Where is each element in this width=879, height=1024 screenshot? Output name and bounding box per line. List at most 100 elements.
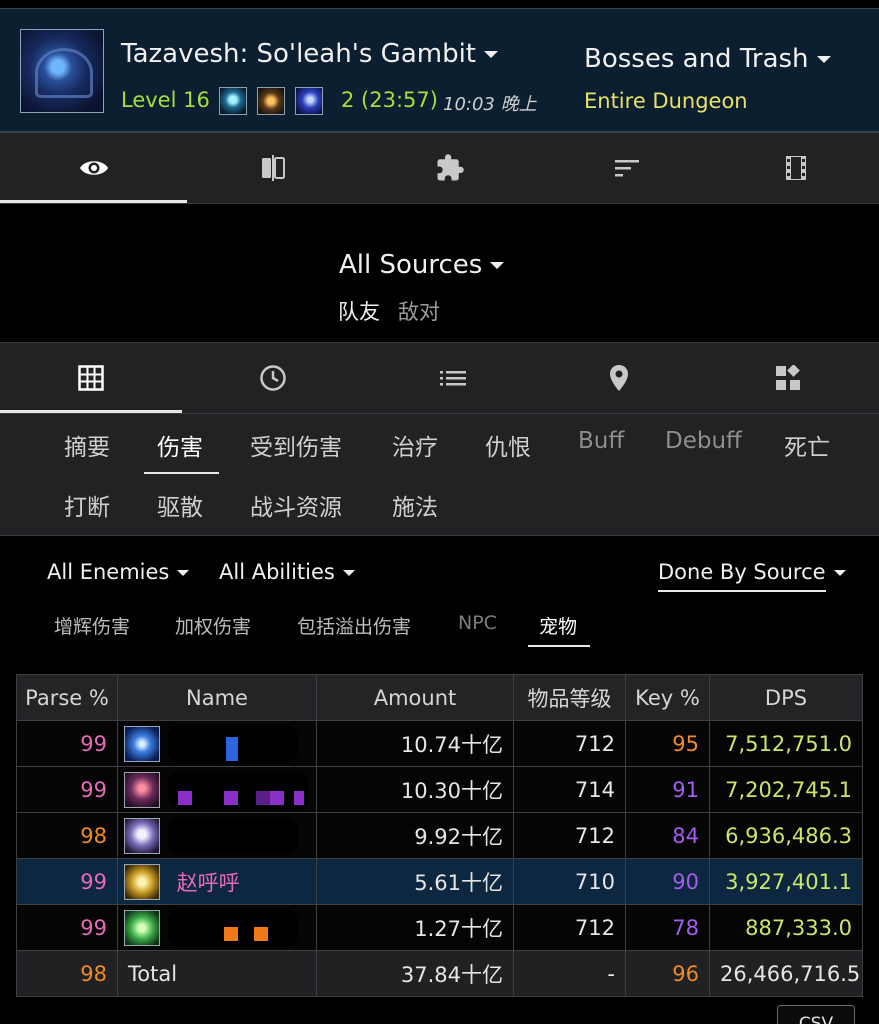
tab-damage-taken[interactable]: 受到伤害 <box>250 428 342 462</box>
total-ilvl-cell: - <box>513 950 626 997</box>
tab-buff[interactable]: Buff <box>578 428 624 454</box>
table-total-row: 98 Total 37.84十亿 - 96 26,466,716.5 <box>16 950 863 997</box>
tab-casts[interactable]: 施法 <box>392 488 438 522</box>
tab-debuff[interactable]: Debuff <box>665 428 742 454</box>
column-header-key[interactable]: Key % <box>625 674 710 721</box>
skull-spell-icon <box>124 817 160 854</box>
dps-cell: 7,202,745.1 <box>709 766 863 813</box>
affix-icon[interactable] <box>295 87 323 115</box>
tab-compare[interactable] <box>187 133 359 203</box>
option-augmented-damage[interactable]: 增辉伤害 <box>54 612 130 639</box>
category-tabs: 摘要 伤害 受到伤害 治疗 仇恨 Buff Debuff 死亡 打断 驱散 战斗… <box>0 414 879 536</box>
parse-cell: 98 <box>16 812 118 859</box>
key-result: 2 (23:57) <box>341 88 438 112</box>
column-header-ilvl[interactable]: 物品等级 <box>513 674 626 721</box>
tab-deaths[interactable]: 死亡 <box>784 428 830 462</box>
puzzle-icon <box>437 154 464 181</box>
tab-sort[interactable] <box>541 133 713 203</box>
holy-spell-icon <box>124 863 160 900</box>
redaction-pixel <box>256 791 270 805</box>
total-key-cell: 96 <box>625 950 710 997</box>
amount-cell: 10.74十亿 <box>316 720 514 767</box>
abilities-filter[interactable]: All Abilities <box>219 560 355 584</box>
tab-resources[interactable]: 战斗资源 <box>250 488 342 522</box>
tab-interrupts[interactable]: 打断 <box>64 488 110 522</box>
fight-filter-label: Bosses and Trash <box>584 44 809 74</box>
name-cell[interactable] <box>117 812 317 859</box>
tab-dispels[interactable]: 驱散 <box>157 488 203 522</box>
parse-cell: 99 <box>16 766 118 813</box>
table-row[interactable]: 99 10.74十亿 712 95 7,512,751.0 <box>16 720 863 767</box>
name-cell[interactable] <box>117 720 317 767</box>
name-cell[interactable] <box>117 904 317 951</box>
tab-threat[interactable]: 仇恨 <box>485 428 531 462</box>
option-npc[interactable]: NPC <box>458 612 497 634</box>
active-tab-underline <box>144 472 219 474</box>
option-weighted-damage[interactable]: 加权伤害 <box>175 612 251 639</box>
abilities-filter-label: All Abilities <box>219 560 335 584</box>
tab-damage[interactable]: 伤害 <box>157 428 203 462</box>
done-by-filter-label: Done By Source <box>658 560 826 592</box>
demon-spell-icon <box>124 771 160 808</box>
table-row[interactable]: 99 10.30十亿 714 91 7,202,745.1 <box>16 766 863 813</box>
dungeon-name: Tazavesh: So'leah's Gambit <box>121 39 476 69</box>
tab-events-view[interactable] <box>364 343 542 413</box>
dps-cell: 887,333.0 <box>709 904 863 951</box>
column-header-name[interactable]: Name <box>117 674 317 721</box>
column-header-dps[interactable]: DPS <box>709 674 863 721</box>
total-parse-cell: 98 <box>16 950 118 997</box>
csv-export-button[interactable]: CSV <box>777 1005 855 1024</box>
column-header-parse[interactable]: Parse % <box>16 674 118 721</box>
tab-timeline-view[interactable] <box>182 343 364 413</box>
key-cell: 95 <box>625 720 710 767</box>
chevron-down-icon <box>490 262 505 269</box>
fight-selector[interactable]: Bosses and Trash <box>584 44 831 74</box>
redaction-pixel <box>226 737 238 761</box>
dungeon-selector[interactable]: Tazavesh: So'leah's Gambit <box>121 39 498 69</box>
view-tab-bar <box>0 342 879 414</box>
redaction-pixel <box>270 791 284 805</box>
tab-summary[interactable]: 摘要 <box>64 428 110 462</box>
list-icon <box>440 371 466 386</box>
affix-icon[interactable] <box>219 87 247 115</box>
amount-cell: 1.27十亿 <box>316 904 514 951</box>
hostile-option[interactable]: 敌对 <box>398 296 440 326</box>
source-panel: All Sources 队友 敌对 <box>0 204 879 342</box>
amount-cell: 5.61十亿 <box>316 858 514 905</box>
chevron-down-icon <box>342 570 355 576</box>
active-option-underline <box>528 645 590 647</box>
table-row[interactable]: 99 1.27十亿 712 78 887,333.0 <box>16 904 863 951</box>
widgets-icon <box>775 365 800 390</box>
table-row[interactable]: 98 9.92十亿 712 84 6,936,486.3 <box>16 812 863 859</box>
tab-widgets-view[interactable] <box>696 343 879 413</box>
player-name: 赵呼呼 <box>176 870 240 895</box>
tab-overview[interactable] <box>0 133 187 203</box>
redaction-pixel <box>178 791 192 805</box>
option-pets[interactable]: 宠物 <box>539 612 577 639</box>
name-cell[interactable] <box>117 766 317 813</box>
enemies-filter[interactable]: All Enemies <box>47 560 190 584</box>
friendly-option[interactable]: 队友 <box>338 296 380 326</box>
tab-healing[interactable]: 治疗 <box>392 428 438 462</box>
eye-icon <box>79 161 108 175</box>
tab-map-view[interactable] <box>542 343 696 413</box>
tab-table-view[interactable] <box>0 343 182 413</box>
option-include-overkill[interactable]: 包括溢出伤害 <box>297 612 411 639</box>
tab-components[interactable] <box>359 133 541 203</box>
chevron-down-icon <box>177 570 190 576</box>
dps-cell: 6,936,486.3 <box>709 812 863 859</box>
dungeon-image <box>20 29 104 113</box>
done-by-filter[interactable]: Done By Source <box>658 560 846 592</box>
column-header-amount[interactable]: Amount <box>316 674 514 721</box>
name-cell[interactable]: 赵呼呼 <box>117 858 317 905</box>
source-selector[interactable]: All Sources <box>339 250 505 280</box>
dps-cell: 7,512,751.0 <box>709 720 863 767</box>
total-dps-cell: 26,466,716.5 <box>709 950 863 997</box>
affix-icon[interactable] <box>257 87 285 115</box>
source-selector-label: All Sources <box>339 250 483 280</box>
chevron-down-icon <box>816 56 831 63</box>
table-row-highlighted[interactable]: 99 赵呼呼 5.61十亿 710 90 3,927,401.1 <box>16 858 863 905</box>
tab-replay[interactable] <box>713 133 879 203</box>
total-label-cell: Total <box>117 950 317 997</box>
grid-icon <box>78 365 104 391</box>
